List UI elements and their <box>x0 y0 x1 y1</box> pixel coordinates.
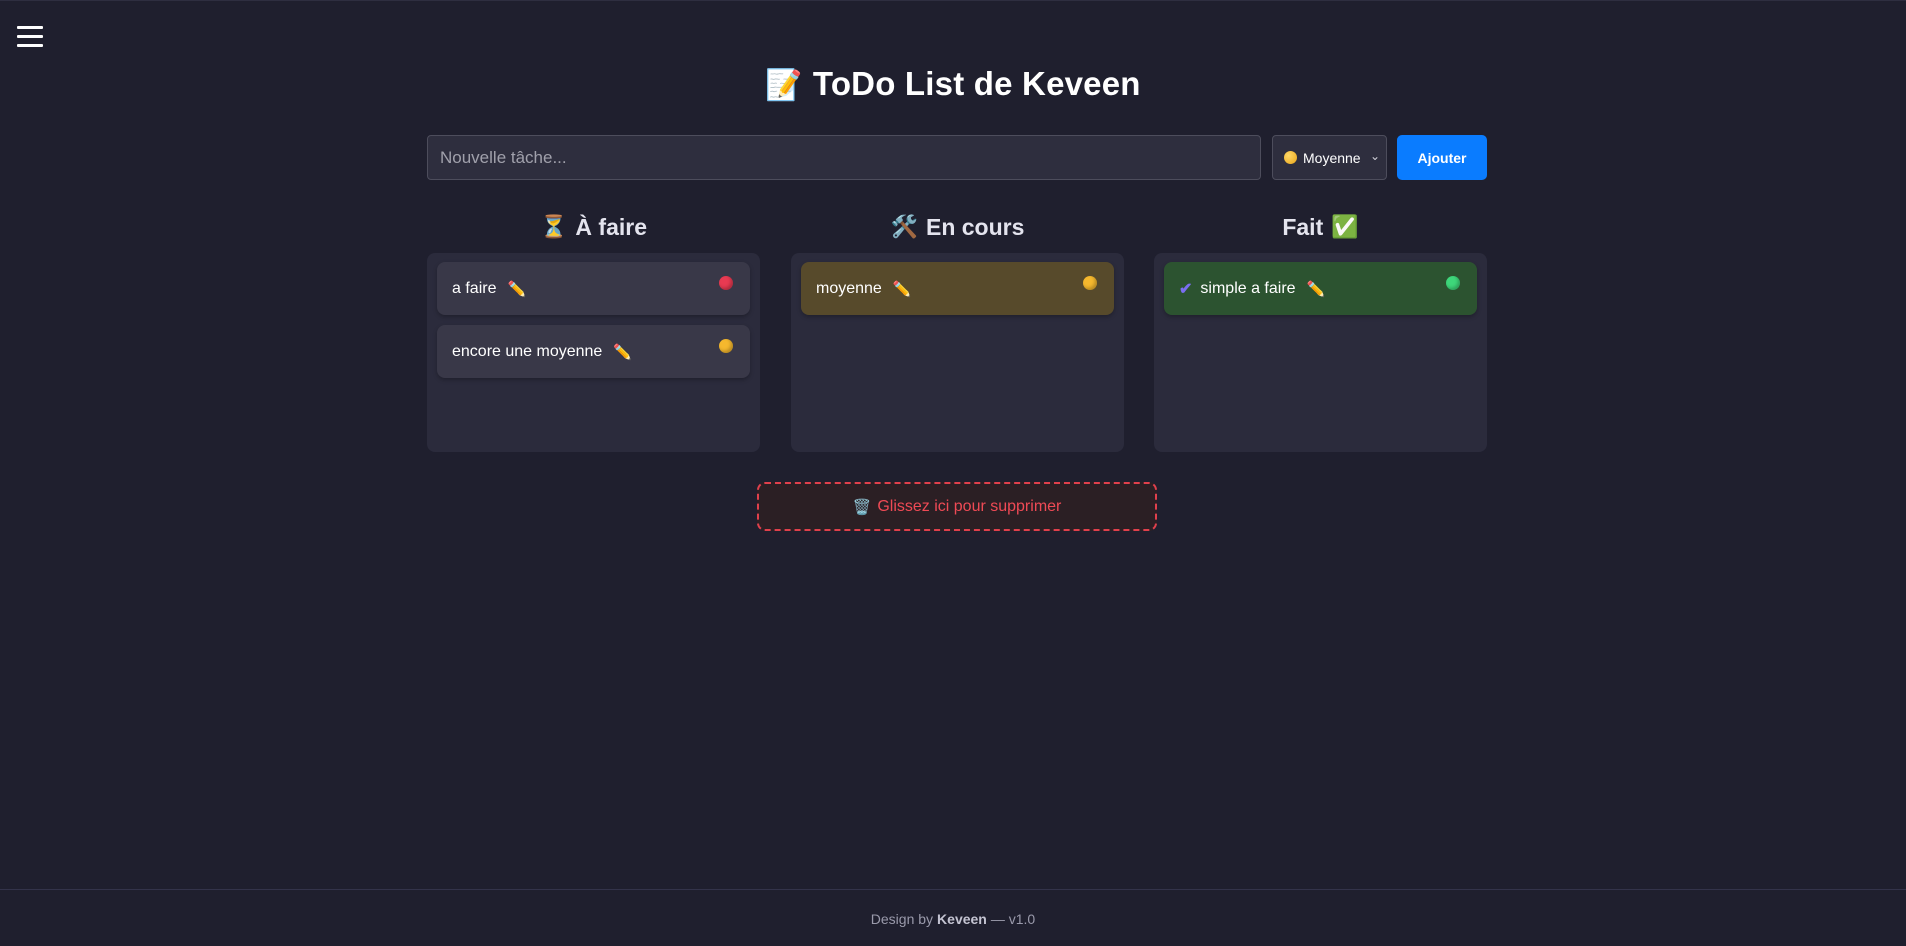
app-page: 📝 ToDo List de Keveen Moyenne ⌄ Ajouter ⏳… <box>0 0 1906 946</box>
task-card[interactable]: ✔ simple a faire ✏️ <box>1164 262 1477 315</box>
menu-bar <box>17 26 43 29</box>
column-title: Fait <box>1282 213 1324 240</box>
edit-pencil-icon[interactable]: ✏️ <box>893 280 912 298</box>
column-todo: ⏳ À faire a faire ✏️ encore une moyenne … <box>427 209 760 452</box>
add-task-button[interactable]: Ajouter <box>1397 135 1487 180</box>
column-title: En cours <box>925 213 1025 240</box>
column-dropzone-in-progress[interactable]: moyenne ✏️ <box>791 253 1124 452</box>
task-card[interactable]: encore une moyenne ✏️ <box>437 325 750 378</box>
priority-select[interactable]: Moyenne ⌄ <box>1272 135 1387 180</box>
task-card[interactable]: a faire ✏️ <box>437 262 750 315</box>
page-title: 📝 ToDo List de Keveen <box>0 65 1906 103</box>
edit-pencil-icon[interactable]: ✏️ <box>613 343 632 361</box>
trash-icon: 🗑️ <box>852 498 872 516</box>
menu-bar <box>17 44 43 47</box>
priority-low-icon <box>1446 276 1460 290</box>
check-icon: ✔ <box>1179 280 1193 298</box>
task-card[interactable]: moyenne ✏️ <box>801 262 1114 315</box>
footer-prefix: Design by <box>870 910 934 927</box>
column-header: 🛠️ En cours <box>791 209 1124 245</box>
menu-bar <box>17 35 43 38</box>
column-header: ⏳ À faire <box>427 209 760 245</box>
edit-pencil-icon[interactable]: ✏️ <box>507 280 526 298</box>
hamburger-menu-icon[interactable] <box>17 26 43 47</box>
task-text: simple a faire <box>1200 279 1296 297</box>
new-task-form: Moyenne ⌄ Ajouter <box>427 135 1487 180</box>
priority-medium-icon <box>719 339 733 353</box>
column-header: Fait ✅ <box>1154 209 1487 245</box>
priority-high-icon <box>719 276 733 290</box>
hourglass-icon: ⏳ <box>540 214 568 239</box>
kanban-board: ⏳ À faire a faire ✏️ encore une moyenne … <box>427 209 1487 452</box>
page-title-text: ToDo List de Keveen <box>812 65 1141 102</box>
priority-dot-icon <box>1284 151 1297 164</box>
column-title: À faire <box>575 213 647 240</box>
new-task-input[interactable] <box>427 135 1261 180</box>
task-text: a faire <box>452 279 497 297</box>
footer-version: — v1.0 <box>990 910 1036 927</box>
column-dropzone-todo[interactable]: a faire ✏️ encore une moyenne ✏️ <box>427 253 760 452</box>
footer-author: Keveen <box>937 910 987 927</box>
chevron-down-icon: ⌄ <box>1369 149 1380 163</box>
edit-pencil-icon[interactable]: ✏️ <box>1307 280 1326 298</box>
column-in-progress: 🛠️ En cours moyenne ✏️ <box>791 209 1124 452</box>
task-text: moyenne <box>816 279 882 297</box>
footer: Design by Keveen — v1.0 <box>0 889 1906 946</box>
trash-dropzone[interactable]: 🗑️ Glissez ici pour supprimer <box>757 482 1157 531</box>
priority-medium-icon <box>1083 276 1097 290</box>
checkmark-box-icon: ✅ <box>1331 214 1359 239</box>
column-done: Fait ✅ ✔ simple a faire ✏️ <box>1154 209 1487 452</box>
column-dropzone-done[interactable]: ✔ simple a faire ✏️ <box>1154 253 1487 452</box>
task-text: encore une moyenne <box>452 342 603 360</box>
tools-icon: 🛠️ <box>890 214 918 239</box>
priority-select-value: Moyenne <box>1303 149 1361 166</box>
trash-label: Glissez ici pour supprimer <box>877 497 1062 515</box>
notepad-icon: 📝 <box>765 69 803 102</box>
